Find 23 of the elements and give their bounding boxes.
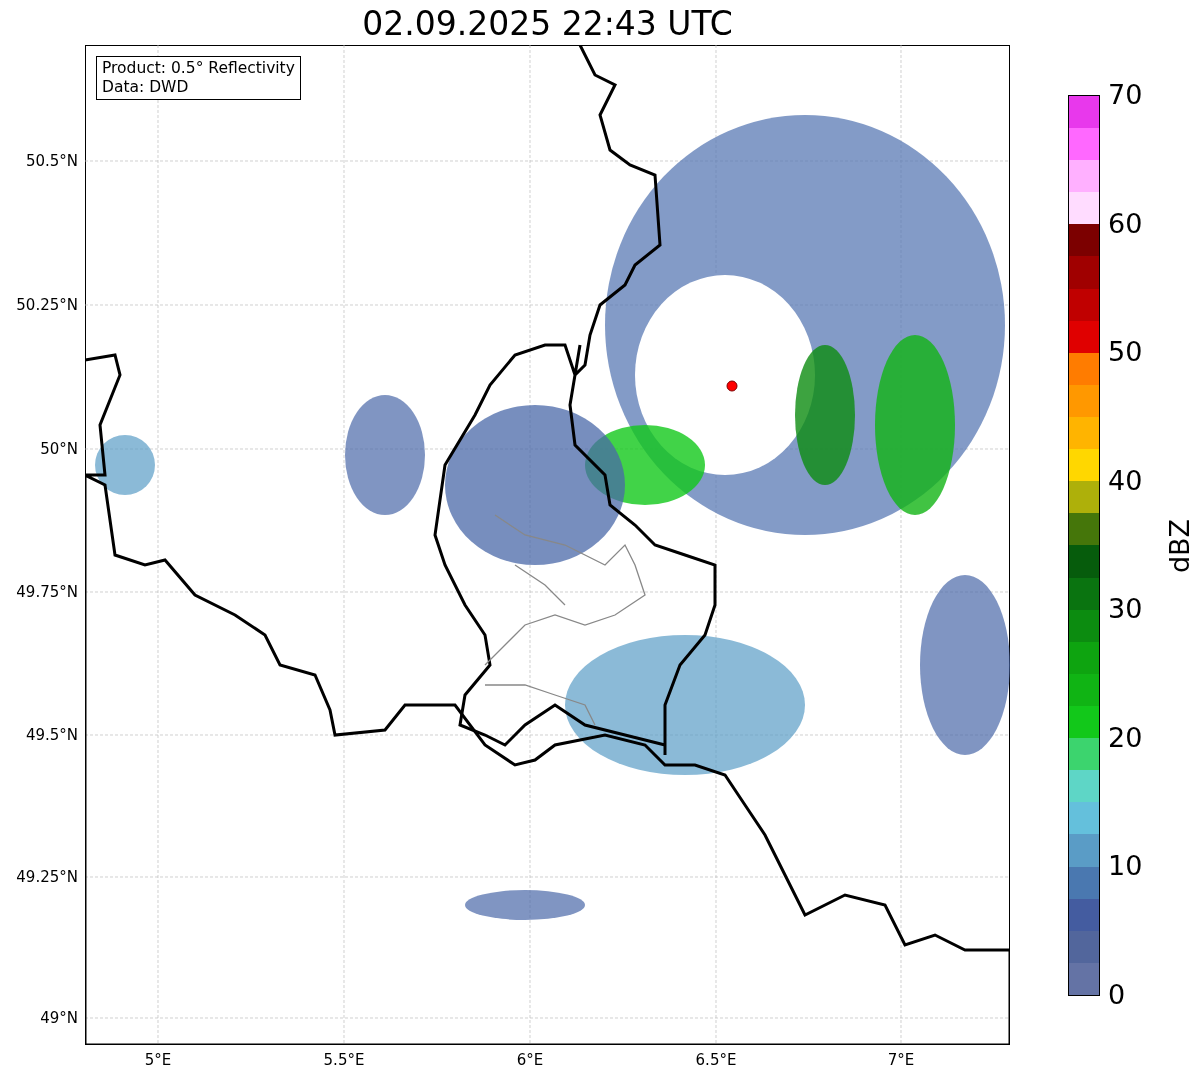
y-tick-label: 50.5°N: [25, 152, 78, 170]
colorbar-tick-label: 70: [1108, 79, 1143, 111]
colorbar-tick-label: 30: [1108, 593, 1143, 626]
colorbar-tick-label: 40: [1108, 464, 1143, 497]
y-tick-label: 50°N: [40, 440, 78, 458]
x-tick-label: 6.5°E: [694, 1051, 738, 1069]
y-tick-label: 49°N: [40, 1009, 78, 1027]
x-tick-label: 5°E: [143, 1051, 173, 1069]
y-tick-label: 49.75°N: [16, 583, 78, 601]
x-tick-label: 7°E: [886, 1051, 916, 1069]
colorbar-tick-label: 20: [1108, 721, 1143, 754]
colorbar-tick-label: 0: [1108, 979, 1126, 1011]
y-tick-label: 50.25°N: [16, 296, 78, 314]
colorbar-tick-label: 50: [1108, 336, 1143, 369]
x-tick-label: 5.5°E: [322, 1051, 366, 1069]
colorbar-tick-label: 60: [1108, 207, 1143, 240]
colorbar-label: dBZ: [1163, 517, 1196, 576]
chart-title: 02.09.2025 22:43 UTC: [361, 4, 734, 44]
y-tick-label: 49.5°N: [25, 726, 78, 744]
info-box: Product: 0.5° Reflectivity Data: DWD: [96, 56, 301, 100]
colorbar-tick-label: 10: [1108, 850, 1143, 883]
y-tick-label: 49.25°N: [16, 868, 78, 886]
x-tick-label: 6°E: [515, 1051, 545, 1069]
